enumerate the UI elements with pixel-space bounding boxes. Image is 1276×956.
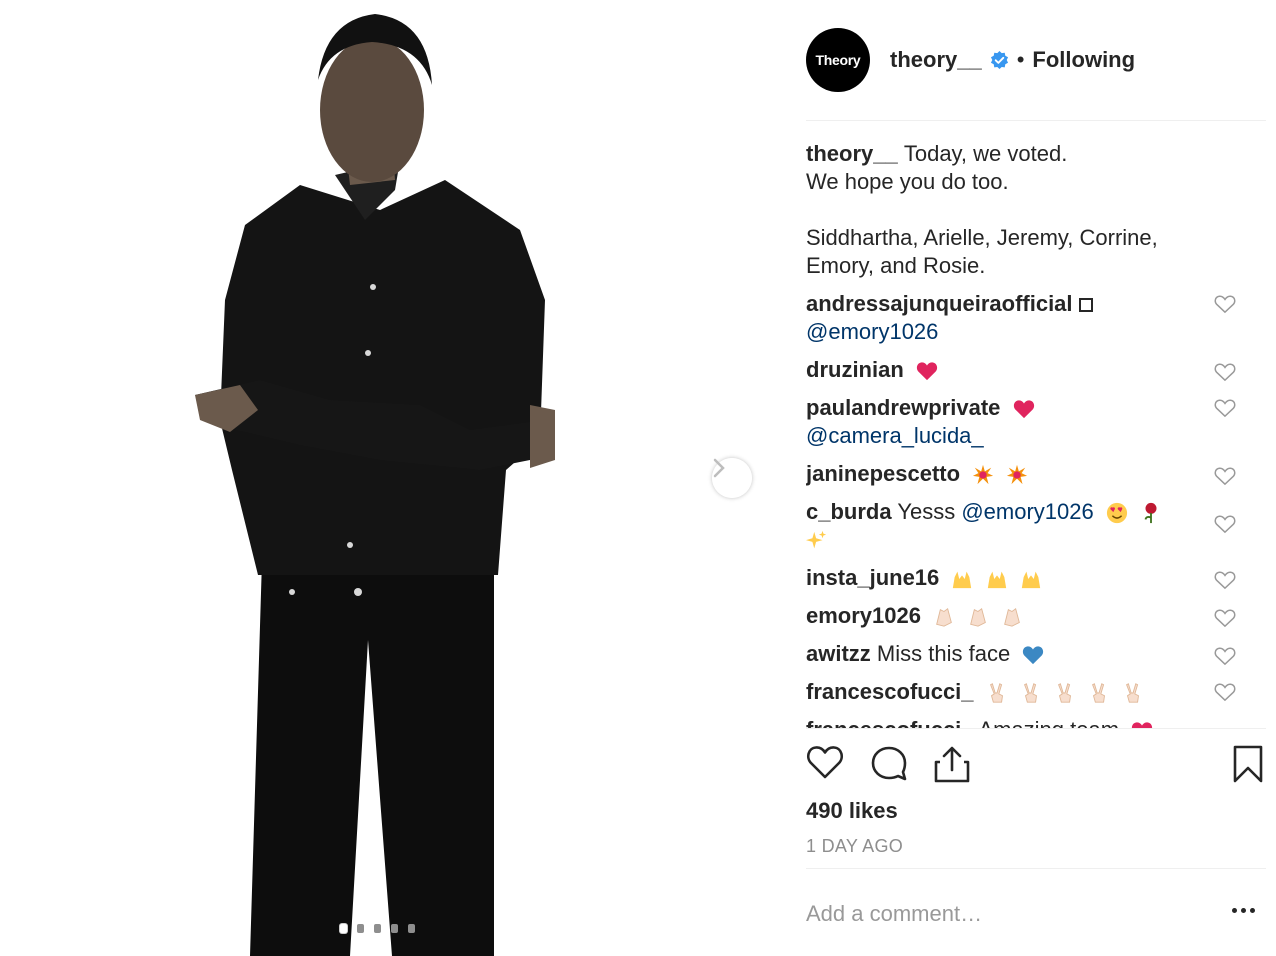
- dot-icon: [1241, 908, 1246, 913]
- comment-text: Miss this face: [876, 641, 1011, 666]
- comment-bubble-icon[interactable]: [870, 744, 908, 782]
- dot-icon: [1232, 908, 1237, 913]
- heart-eyes-emoji-icon: [1106, 503, 1127, 524]
- like-heart-icon[interactable]: [806, 744, 844, 780]
- clapping-hands-emoji-icon: [1004, 608, 1021, 627]
- like-comment-heart-icon[interactable]: [1214, 466, 1236, 486]
- like-comment-heart-icon[interactable]: [1214, 646, 1236, 666]
- comment-item: janinepescetto: [806, 460, 1266, 488]
- comment-item: emory1026: [806, 602, 1266, 630]
- caption-username[interactable]: theory__: [806, 141, 898, 166]
- red-heart-emoji-icon: [916, 362, 938, 381]
- divider: [806, 728, 1266, 729]
- header-separator: •: [1016, 47, 1025, 72]
- comment-username[interactable]: insta_june16: [806, 565, 939, 590]
- comment-item: andressajunqueiraofficial @emory1026: [806, 290, 1266, 346]
- comment-item: insta_june16: [806, 564, 1266, 592]
- bookmark-icon[interactable]: [1232, 744, 1264, 784]
- post-photo[interactable]: [0, 0, 770, 956]
- avatar[interactable]: Theory: [806, 28, 870, 92]
- raising-hands-emoji-icon: [1021, 571, 1040, 589]
- clapping-hands-emoji-icon: [936, 608, 952, 627]
- collision-emoji-icon: [1007, 465, 1028, 485]
- carousel-dot[interactable]: [374, 924, 381, 933]
- carousel-dot[interactable]: [357, 924, 364, 933]
- post-header: Theory theory__ • Following: [806, 28, 1266, 92]
- like-comment-heart-icon[interactable]: [1214, 682, 1236, 702]
- comment-item: francescofucci_ Amazing team: [806, 716, 1266, 728]
- portrait-image: [195, 14, 555, 956]
- comment-username[interactable]: awitzz: [806, 641, 871, 666]
- comment-mention[interactable]: @emory1026: [806, 319, 938, 344]
- comment-username[interactable]: emory1026: [806, 603, 921, 628]
- victory-hand-emoji-icon: [989, 683, 1003, 703]
- collision-emoji-icon: [973, 465, 994, 485]
- chevron-right-icon: [713, 458, 725, 478]
- carousel-dot[interactable]: [340, 924, 347, 933]
- comment-mention[interactable]: @emory1026: [961, 499, 1093, 524]
- comment-text: Yesss: [897, 499, 956, 524]
- post-actions: [806, 744, 1266, 788]
- like-comment-heart-icon[interactable]: [1214, 398, 1236, 418]
- like-comment-heart-icon[interactable]: [1214, 514, 1236, 534]
- carousel-dot[interactable]: [408, 924, 415, 933]
- comment-item: c_burda Yesss @emory1026: [806, 498, 1266, 554]
- victory-hand-emoji-icon: [1092, 683, 1106, 703]
- comment-username[interactable]: c_burda: [806, 499, 892, 524]
- sparkles-emoji-icon: [806, 531, 827, 549]
- likes-count[interactable]: 490 likes: [806, 798, 898, 824]
- comment-item: paulandrewprivate @camera_lucida_: [806, 394, 1266, 450]
- following-button[interactable]: Following: [1032, 47, 1135, 73]
- raising-hands-emoji-icon: [953, 571, 972, 589]
- dot-icon: [1250, 908, 1255, 913]
- comment-item: francescofucci_: [806, 678, 1266, 706]
- comment-item: awitzz Miss this face: [806, 640, 1266, 668]
- victory-hand-emoji-icon: [1126, 683, 1140, 703]
- post-timestamp[interactable]: 1 DAY AGO: [806, 836, 903, 857]
- comment-mention[interactable]: @camera_lucida_: [806, 423, 984, 448]
- header-username[interactable]: theory__: [890, 47, 982, 73]
- victory-hand-emoji-icon: [1023, 683, 1037, 703]
- comment-username[interactable]: andressajunqueiraofficial: [806, 291, 1073, 316]
- clapping-hands-emoji-icon: [970, 608, 987, 627]
- like-comment-heart-icon[interactable]: [1214, 570, 1236, 590]
- post-caption: theory__ Today, we voted. We hope you do…: [806, 140, 1266, 280]
- carousel-dots: [340, 924, 415, 933]
- like-comment-heart-icon[interactable]: [1214, 294, 1236, 314]
- blue-heart-emoji-icon: [1023, 646, 1044, 665]
- post-detail-panel: Theory theory__ • Following theory__ Tod…: [806, 0, 1266, 956]
- comments-list[interactable]: theory__ Today, we voted. We hope you do…: [806, 140, 1266, 728]
- comment-username[interactable]: janinepescetto: [806, 461, 960, 486]
- like-comment-heart-icon[interactable]: [1214, 362, 1236, 382]
- comment-username[interactable]: francescofucci_: [806, 717, 974, 728]
- carousel-dot[interactable]: [391, 924, 398, 933]
- divider: [806, 120, 1266, 121]
- unknown-glyph-icon: [1078, 298, 1093, 313]
- divider: [806, 868, 1266, 869]
- comment-username[interactable]: druzinian: [806, 357, 904, 382]
- verified-badge-icon: [990, 50, 1008, 69]
- comment-username[interactable]: francescofucci_: [806, 679, 974, 704]
- add-comment-input[interactable]: [806, 898, 1226, 930]
- comment-username[interactable]: paulandrewprivate: [806, 395, 1000, 420]
- victory-hand-emoji-icon: [1057, 683, 1071, 703]
- raising-hands-emoji-icon: [987, 571, 1006, 589]
- share-icon[interactable]: [934, 744, 970, 784]
- rose-emoji-icon: [1144, 503, 1157, 524]
- like-comment-heart-icon[interactable]: [1214, 608, 1236, 628]
- more-options-button[interactable]: [1232, 908, 1255, 913]
- carousel-next-button[interactable]: [712, 458, 752, 498]
- red-heart-emoji-icon: [1132, 722, 1153, 728]
- red-heart-emoji-icon: [1013, 400, 1034, 419]
- comment-item: druzinian: [806, 356, 1266, 384]
- comment-text: Amazing team: [978, 717, 1119, 728]
